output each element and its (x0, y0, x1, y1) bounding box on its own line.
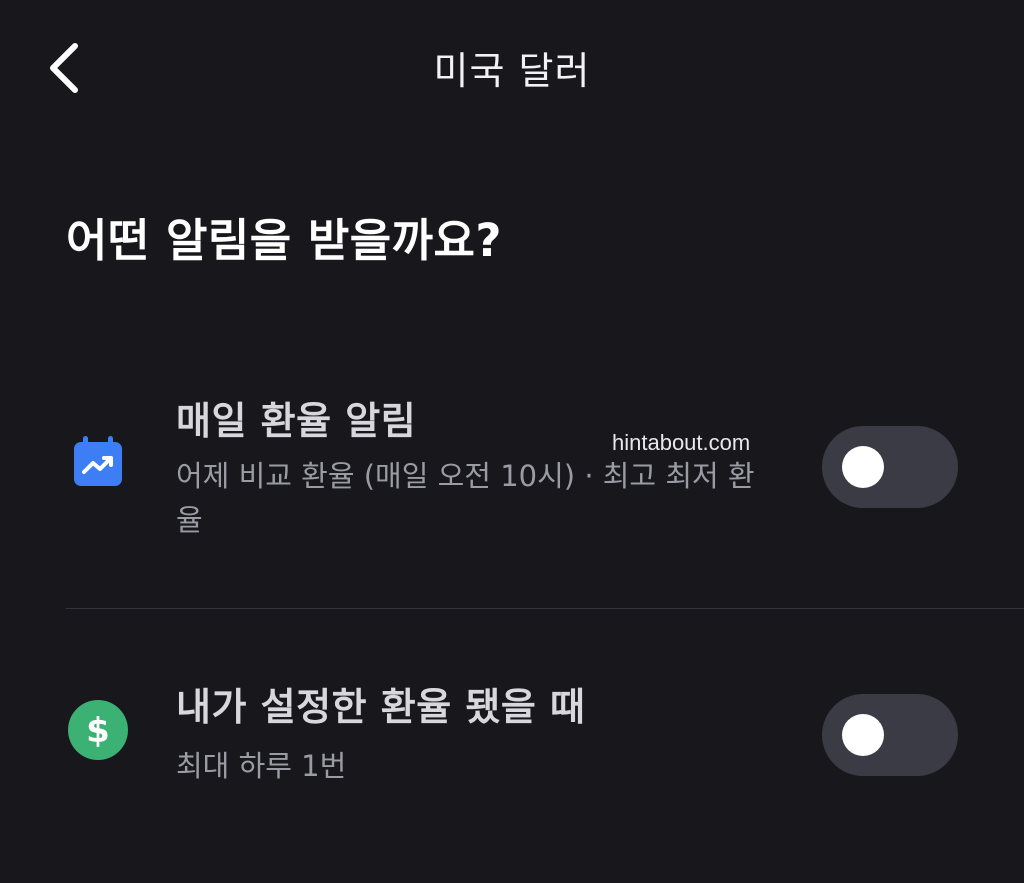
question-heading: 어떤 알림을 받을까요? (66, 214, 503, 267)
daily-rate-alert-toggle[interactable] (822, 426, 958, 508)
divider (66, 608, 1024, 609)
dollar-circle-icon: $ (68, 700, 128, 760)
calendar-trend-icon (68, 432, 128, 492)
target-rate-alert-row[interactable]: $ 내가 설정한 환율 됐을 때 최대 하루 1번 (0, 676, 1024, 806)
watermark-text: hintabout.com (612, 430, 751, 455)
toggle-knob (842, 714, 884, 756)
target-rate-alert-toggle[interactable] (822, 694, 958, 776)
row-title: 매일 환율 알림 (176, 399, 417, 443)
page-title: 미국 달러 (433, 49, 591, 93)
row-subtitle: 최대 하루 1번 (176, 749, 347, 783)
svg-text:$: $ (86, 711, 110, 751)
toggle-knob (842, 446, 884, 488)
daily-rate-alert-row[interactable]: 매일 환율 알림 어제 비교 환율 (매일 오전 10시) · 최고 최저 환율 (0, 390, 1024, 560)
row-subtitle: 어제 비교 환율 (매일 오전 10시) · 최고 최저 환율 (176, 459, 755, 537)
row-title: 내가 설정한 환율 됐을 때 (176, 685, 586, 729)
alert-settings-screen: 미국 달러 어떤 알림을 받을까요? 매일 환율 알림 어제 비교 환율 (매일… (0, 0, 1024, 883)
